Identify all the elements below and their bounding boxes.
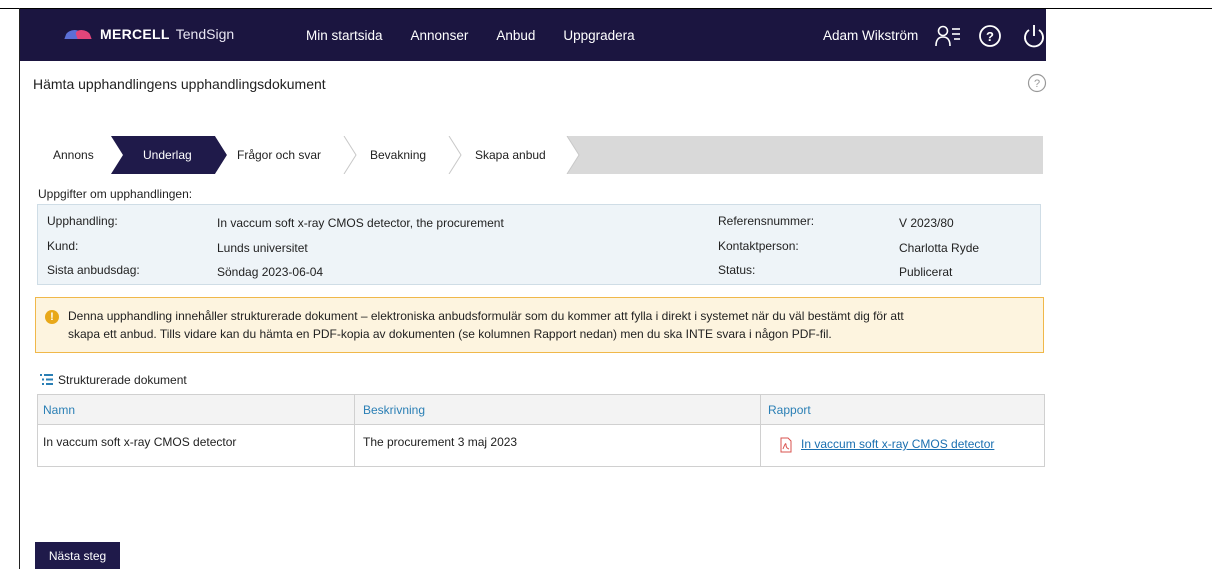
row-name: In vaccum soft x-ray CMOS detector bbox=[43, 435, 237, 449]
pdf-icon[interactable] bbox=[779, 437, 793, 453]
referensnummer-value: V 2023/80 bbox=[899, 216, 954, 230]
upphandling-value: In vaccum soft x-ray CMOS detector, the … bbox=[217, 216, 504, 230]
referensnummer-label: Referensnummer: bbox=[718, 214, 815, 228]
top-navigation-bar: MERCELL TendSign Min startsida Annonser … bbox=[20, 9, 1046, 61]
column-rapport: Rapport bbox=[768, 403, 811, 417]
status-label: Status: bbox=[718, 263, 756, 277]
sista-anbudsdag-value: Söndag 2023-06-04 bbox=[217, 265, 324, 279]
help-icon[interactable]: ? bbox=[978, 24, 1002, 48]
product-name: TendSign bbox=[175, 26, 235, 42]
notice-line-2: skapa ett anbud. Tills vidare kan du häm… bbox=[68, 327, 832, 341]
structured-documents-title: Strukturerade dokument bbox=[58, 373, 187, 387]
table-header: Namn Beskrivning Rapport bbox=[38, 395, 1044, 425]
power-icon[interactable] bbox=[1022, 23, 1046, 49]
list-icon bbox=[40, 374, 53, 385]
notice-text: Denna upphandling innehåller strukturera… bbox=[68, 307, 1038, 343]
step-bevakning[interactable]: Bevakning bbox=[370, 148, 426, 162]
step-annons[interactable]: Annons bbox=[53, 148, 94, 162]
column-namn: Namn bbox=[43, 403, 76, 417]
main-nav: Min startsida Annonser Anbud Uppgradera bbox=[306, 28, 635, 43]
page-help-icon[interactable]: ? bbox=[1027, 73, 1047, 93]
next-step-button[interactable]: Nästa steg bbox=[35, 542, 120, 569]
status-value: Publicerat bbox=[899, 265, 953, 279]
brand-name: MERCELL bbox=[100, 26, 170, 42]
step-fragor-och-svar[interactable]: Frågor och svar bbox=[237, 148, 321, 162]
kontaktperson-value: Charlotta Ryde bbox=[899, 241, 980, 255]
report-pdf-link[interactable]: In vaccum soft x-ray CMOS detector bbox=[801, 437, 994, 451]
mercell-logo-mark-icon bbox=[64, 27, 94, 41]
column-divider bbox=[760, 395, 761, 466]
nav-anbud[interactable]: Anbud bbox=[496, 28, 535, 43]
kontaktperson-label: Kontaktperson: bbox=[718, 239, 799, 253]
step-underlag[interactable]: Underlag bbox=[143, 148, 192, 162]
step-skapa-anbud[interactable]: Skapa anbud bbox=[475, 148, 546, 162]
mercell-logo[interactable]: MERCELL TendSign bbox=[64, 26, 235, 42]
column-beskrivning: Beskrivning bbox=[363, 403, 426, 417]
row-description: The procurement 3 maj 2023 bbox=[363, 435, 518, 449]
page-title: Hämta upphandlingens upphandlingsdokumen… bbox=[33, 76, 326, 92]
svg-text:?: ? bbox=[986, 29, 994, 44]
kund-label: Kund: bbox=[47, 239, 79, 253]
kund-value: Lunds universitet bbox=[217, 241, 308, 255]
upphandling-label: Upphandling: bbox=[47, 214, 118, 228]
user-menu-icon[interactable] bbox=[935, 25, 961, 47]
documents-table: Namn Beskrivning Rapport In vaccum soft … bbox=[37, 394, 1045, 467]
wizard-steps: Annons Underlag Frågor och svar Bevaknin… bbox=[37, 136, 1043, 174]
procurement-info-box: Upphandling: In vaccum soft x-ray CMOS d… bbox=[37, 204, 1041, 285]
structured-docs-notice: ! Denna upphandling innehåller strukture… bbox=[35, 297, 1044, 353]
nav-min-startsida[interactable]: Min startsida bbox=[306, 28, 383, 43]
nav-annonser[interactable]: Annonser bbox=[411, 28, 469, 43]
window-left-border bbox=[19, 8, 20, 569]
notice-line-1: Denna upphandling innehåller strukturera… bbox=[68, 309, 904, 323]
user-name[interactable]: Adam Wikström bbox=[823, 28, 918, 43]
column-divider bbox=[354, 395, 355, 466]
warning-icon: ! bbox=[45, 310, 59, 324]
nav-uppgradera[interactable]: Uppgradera bbox=[563, 28, 634, 43]
sista-anbudsdag-label: Sista anbudsdag: bbox=[47, 263, 140, 277]
info-heading: Uppgifter om upphandlingen: bbox=[38, 187, 193, 201]
svg-text:?: ? bbox=[1034, 78, 1040, 90]
